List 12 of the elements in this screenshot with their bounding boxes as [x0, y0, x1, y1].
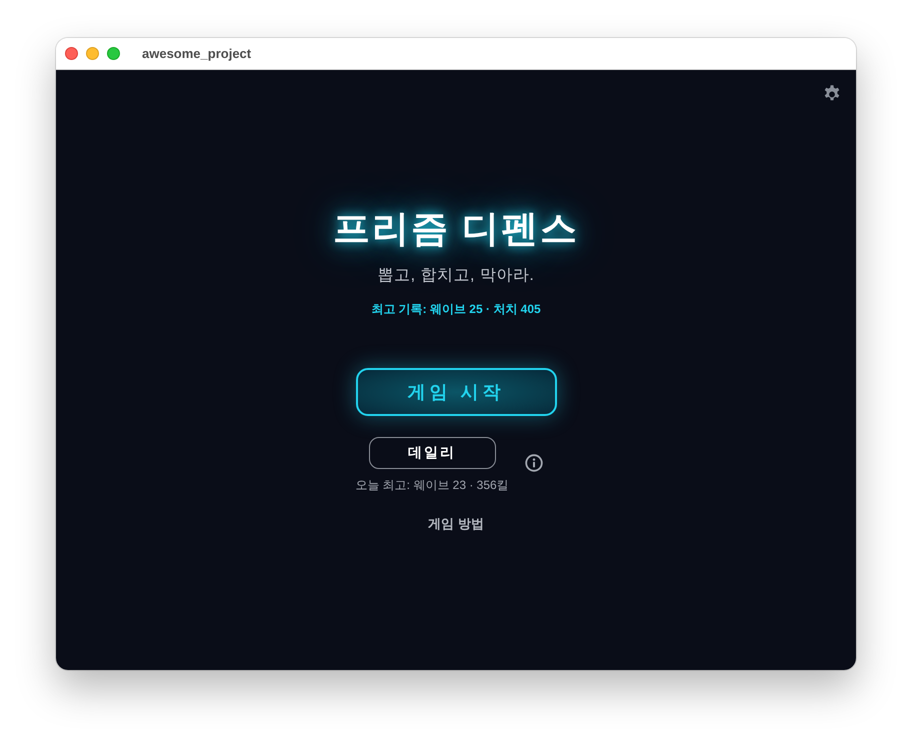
- daily-best-caption: 오늘 최고: 웨이브 23 · 356킬: [355, 477, 509, 493]
- minimize-icon[interactable]: [86, 47, 99, 60]
- window-title: awesome_project: [142, 46, 252, 61]
- info-icon[interactable]: [524, 454, 543, 472]
- best-record: 최고 기록: 웨이브 25 · 처치 405: [371, 301, 541, 317]
- maximize-icon[interactable]: [107, 47, 120, 60]
- start-game-button[interactable]: 게임 시작: [356, 368, 556, 416]
- how-to-play-link[interactable]: 게임 방법: [428, 515, 484, 533]
- close-icon[interactable]: [65, 47, 78, 60]
- tagline: 뽑고, 합치고, 막아라.: [378, 266, 534, 286]
- game-title: 프리즘 디펜스: [332, 207, 580, 251]
- daily-button[interactable]: 데일리: [368, 437, 496, 469]
